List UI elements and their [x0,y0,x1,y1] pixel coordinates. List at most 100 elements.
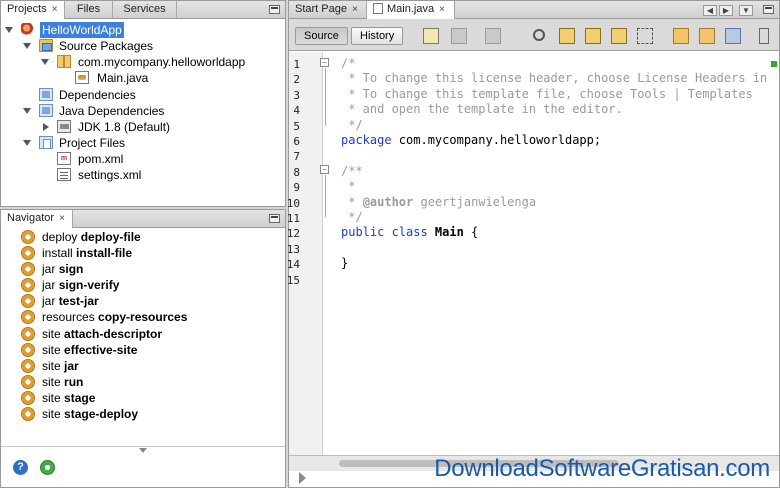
expand-icon[interactable] [41,59,49,65]
tree-item-project[interactable]: HelloWorldApp [5,22,245,38]
toggle-bookmark-icon[interactable] [725,28,741,44]
gear-icon [21,278,35,292]
goal-name: copy-resources [98,310,188,324]
goal-name: effective-site [64,343,138,357]
maven-file-icon: m [57,152,71,165]
tab-main-java[interactable]: Main.java × [367,1,455,19]
find-selection-icon[interactable] [611,28,627,44]
tree-item-pom[interactable]: m pom.xml [5,151,245,167]
watermark: DownloadSoftwareGratisan.com [434,455,770,482]
help-icon[interactable]: ? [13,460,28,475]
shift-line-icon[interactable] [759,28,769,44]
back-icon[interactable] [451,28,467,44]
history-button[interactable]: History [351,27,404,45]
tree-item-main-java[interactable]: Main.java [5,70,245,86]
maximize-icon[interactable] [763,5,774,14]
code-line: * To change this license header, choose … [341,71,767,86]
tab-navigator-label: Navigator [7,212,55,224]
dependencies-icon [39,88,53,101]
tab-files[interactable]: Files [65,1,113,19]
code-line: } [341,256,349,271]
editor-panel: Start Page × Main.java × ◀ ▶ ▼ Source Hist… [286,0,780,488]
goal-phase: site [42,327,61,341]
code-line: * @author geertjanwielenga [341,195,536,210]
expand-arrow-icon[interactable] [299,472,306,484]
goal-phase: deploy [42,230,78,244]
expand-icon[interactable] [43,123,49,131]
close-icon[interactable]: × [59,213,65,224]
gear-icon [21,246,35,260]
line-number: 14 [286,258,300,271]
tree-item-label: settings.xml [78,168,142,182]
find-next-icon[interactable] [585,28,601,44]
code-line: * To change this template file, choose T… [341,86,753,101]
last-edit-icon[interactable] [423,28,439,44]
toggle-highlight-icon[interactable] [637,28,653,44]
scroll-tabs-left-icon[interactable]: ◀ [703,5,717,16]
goal-name: test-jar [58,294,99,308]
minimize-icon[interactable] [269,5,280,14]
gear-icon [21,310,35,324]
tree-item-label: Main.java [97,71,149,85]
tab-navigator[interactable]: Navigator × [1,210,73,228]
goal-phase: site [42,343,61,357]
tree-item-project-files[interactable]: Project Files [5,135,245,151]
tab-services[interactable]: Services [113,1,177,19]
expand-icon[interactable] [23,43,31,49]
tab-projects[interactable]: Projects × [1,1,65,19]
fold-collapse-icon[interactable]: − [320,58,329,67]
source-button-label: Source [304,30,339,42]
goal-name: stage [64,391,96,405]
expand-icon[interactable] [23,108,31,114]
goal-phase: jar [42,262,56,276]
tree-item-source-packages[interactable]: Source Packages [5,38,245,54]
find-previous-icon[interactable] [559,28,575,44]
expand-icon[interactable] [23,140,31,146]
code-line: public class Main { [341,225,478,240]
gear-icon [21,407,35,421]
close-icon[interactable]: × [52,4,58,15]
next-bookmark-icon[interactable] [699,28,715,44]
gear-icon [21,230,35,244]
settings-icon[interactable] [40,460,55,475]
tree-item-package[interactable]: com.mycompany.helloworldapp [5,54,285,70]
find-icon[interactable] [533,29,545,41]
scroll-tabs-right-icon[interactable]: ▶ [719,5,733,16]
chevron-down-icon[interactable]: ▼ [739,5,753,16]
goal-phase: jar [42,294,56,308]
line-number: 11 [286,212,300,225]
line-number: 2 [293,73,300,86]
minimize-icon[interactable] [269,214,280,223]
goal-phase: install [42,246,73,260]
fold-collapse-icon[interactable]: − [320,165,329,174]
tree-item-dependencies[interactable]: Dependencies [5,87,245,103]
tree-item-jdk[interactable]: JDK 1.8 (Default) [5,119,245,135]
gear-icon [21,359,35,373]
close-icon[interactable]: × [439,4,445,15]
chevron-down-icon[interactable] [139,448,147,453]
gear-icon [21,391,35,405]
tree-item-label: Java Dependencies [59,104,165,118]
fold-guide [325,175,326,217]
tab-projects-label: Projects [7,3,47,15]
code-text: com.mycompany.helloworldapp; [391,133,602,147]
tab-files-label: Files [76,3,101,15]
close-icon[interactable]: × [352,4,358,15]
line-number: 4 [293,104,300,117]
tree-item-java-dependencies[interactable]: Java Dependencies [5,103,245,119]
line-number: 1 [293,58,300,71]
javadoc-tag: @author [362,194,414,209]
projects-panel: Projects × Files Services HelloWorldApp S… [0,0,286,207]
source-button[interactable]: Source [295,27,348,45]
line-number-gutter: 1 2 3 4 5 6 7 8 9 10 11 12 13 14 15 [286,52,323,471]
forward-icon[interactable] [485,28,501,44]
goal-phase: jar [42,278,56,292]
goal-name: sign-verify [58,278,120,292]
expand-icon[interactable] [5,27,13,33]
code-editor[interactable]: /* * To change this license header, choo… [331,52,767,471]
previous-bookmark-icon[interactable] [673,28,689,44]
projects-tabbar: Projects × Files Services [1,1,285,19]
tab-main-java-label: Main.java [387,3,435,15]
tab-start-page[interactable]: Start Page × [289,1,367,19]
tree-item-settings[interactable]: settings.xml [5,167,245,183]
